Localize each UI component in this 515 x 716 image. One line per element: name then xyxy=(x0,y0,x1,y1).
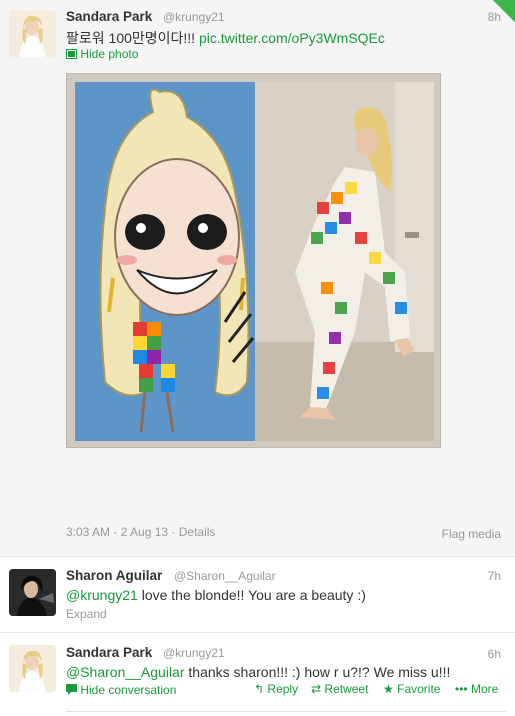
author-name[interactable]: Sandara Park xyxy=(66,9,152,24)
tweet-text: @Sharon__Aguilar thanks sharon!!! :) how… xyxy=(66,664,450,680)
author-handle[interactable]: @krungy21 xyxy=(163,646,225,660)
retweet-action[interactable]: ⇄ Retweet xyxy=(311,682,368,696)
more-action[interactable]: ••• More xyxy=(455,682,498,696)
reply-tweet[interactable]: Sharon Aguilar @Sharon__Aguilar 7h @krun… xyxy=(0,557,515,633)
tweet-timestamp[interactable]: 7h xyxy=(488,569,501,583)
expand-link[interactable]: Expand xyxy=(66,607,107,621)
author-name[interactable]: Sharon Aguilar xyxy=(66,568,162,583)
star-icon: ★ xyxy=(383,682,394,696)
hide-photo-label: Hide photo xyxy=(80,47,139,61)
avatar[interactable] xyxy=(9,569,56,616)
photo-link[interactable]: pic.twitter.com/oPy3WmSQEc xyxy=(199,30,385,46)
hide-photo-toggle[interactable]: Hide photo xyxy=(66,47,138,61)
flag-media-link[interactable]: Flag media xyxy=(442,527,501,541)
more-label: More xyxy=(470,682,499,696)
avatar[interactable] xyxy=(9,10,56,57)
author-name[interactable]: Sandara Park xyxy=(66,645,152,660)
favorite-action[interactable]: ★ Favorite xyxy=(383,682,440,696)
avatar[interactable] xyxy=(9,645,56,692)
retweet-label: Retweet xyxy=(324,682,369,696)
photo-person xyxy=(255,82,434,441)
reply-arrow-icon: ↰ xyxy=(254,682,265,696)
ellipsis-icon: ••• xyxy=(455,682,468,696)
tweet-details-meta[interactable]: 3:03 AM - 2 Aug 13 · Details xyxy=(66,525,215,539)
favorite-label: Favorite xyxy=(397,682,441,696)
conversation-icon xyxy=(66,684,77,695)
tweet-text: 팔로워 100만명이다!!! pic.twitter.com/oPy3WmSQE… xyxy=(66,28,385,48)
reply-tweet[interactable]: Sandara Park @krungy21 6h @Sharon__Aguil… xyxy=(0,633,515,716)
tweet-text-body: love the blonde!! You are a beauty :) xyxy=(137,587,366,603)
hide-conversation-label: Hide conversation xyxy=(80,683,177,697)
reply-label: Reply xyxy=(267,682,299,696)
tweet-text-body: 팔로워 100만명이다!!! xyxy=(66,30,199,46)
reply-box-divider xyxy=(66,711,506,716)
tweet-datetime[interactable]: 3:03 AM - 2 Aug 13 · Details xyxy=(66,525,215,539)
reply-action[interactable]: ↰ Reply xyxy=(254,682,298,696)
tweet-timestamp[interactable]: 8h xyxy=(488,10,501,24)
tweet-expanded[interactable]: Sandara Park @krungy21 8h 팔로워 100만명이다!!!… xyxy=(0,0,515,557)
retweet-icon: ⇄ xyxy=(311,682,322,696)
author-handle[interactable]: @krungy21 xyxy=(163,10,225,24)
cartoon-illustration xyxy=(75,82,255,441)
hide-conversation-toggle[interactable]: Hide conversation xyxy=(66,683,176,697)
mention-link[interactable]: @krungy21 xyxy=(66,587,138,603)
tweet-text-body: thanks sharon!!! :) how r u?!? We miss u… xyxy=(184,664,451,680)
tweet-photo[interactable] xyxy=(66,73,441,448)
tweet-text: @krungy21 love the blonde!! You are a be… xyxy=(66,587,366,603)
author-handle[interactable]: @Sharon__Aguilar xyxy=(174,569,276,583)
tweet-timestamp[interactable]: 6h xyxy=(488,647,501,661)
photo-icon xyxy=(66,49,77,59)
mention-link[interactable]: @Sharon__Aguilar xyxy=(66,664,185,680)
